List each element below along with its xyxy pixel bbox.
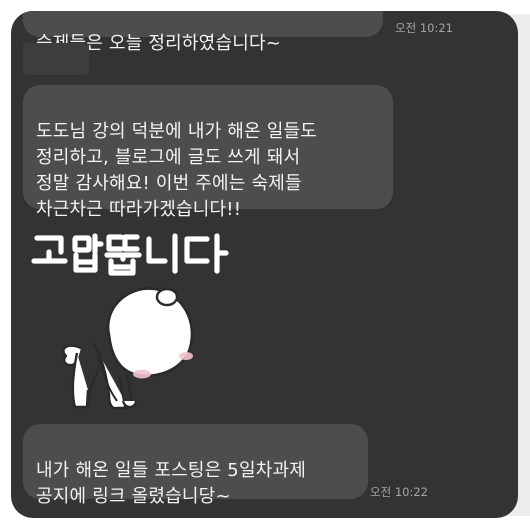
message-bubble: 내가 해온 일들 포스팅은 5일차과제 공지에 링크 올렸습니당~ (23, 424, 368, 507)
message-text: 내가 해온 일들 포스팅은 5일차과제 공지에 링크 올렸습니당~ (36, 460, 306, 507)
message-timestamp: 오전 10:22 (370, 485, 428, 499)
message-bubble-clipped: 숙제들은 오늘 정리하였습니다~ (23, 11, 383, 54)
message-text: 도도님 강의 덕분에 내가 해온 일들도 정리하고, 블로그에 글도 쓰게 돼서… (36, 121, 318, 220)
message-timestamp: 오전 10:21 (395, 21, 453, 35)
profile-placeholder (23, 43, 89, 75)
bear-figure (62, 287, 194, 410)
bowing-bear-sticker[interactable] (29, 225, 269, 420)
chat-view[interactable]: 숙제들은 오늘 정리하였습니다~ 오전 10:21 도도님 강의 덕분에 내가 … (11, 11, 518, 518)
sticker-caption-lettering (31, 233, 229, 276)
message-bubble: 도도님 강의 덕분에 내가 해온 일들도 정리하고, 블로그에 글도 쓰게 돼서… (23, 85, 393, 220)
sticker-graphic (31, 233, 229, 410)
